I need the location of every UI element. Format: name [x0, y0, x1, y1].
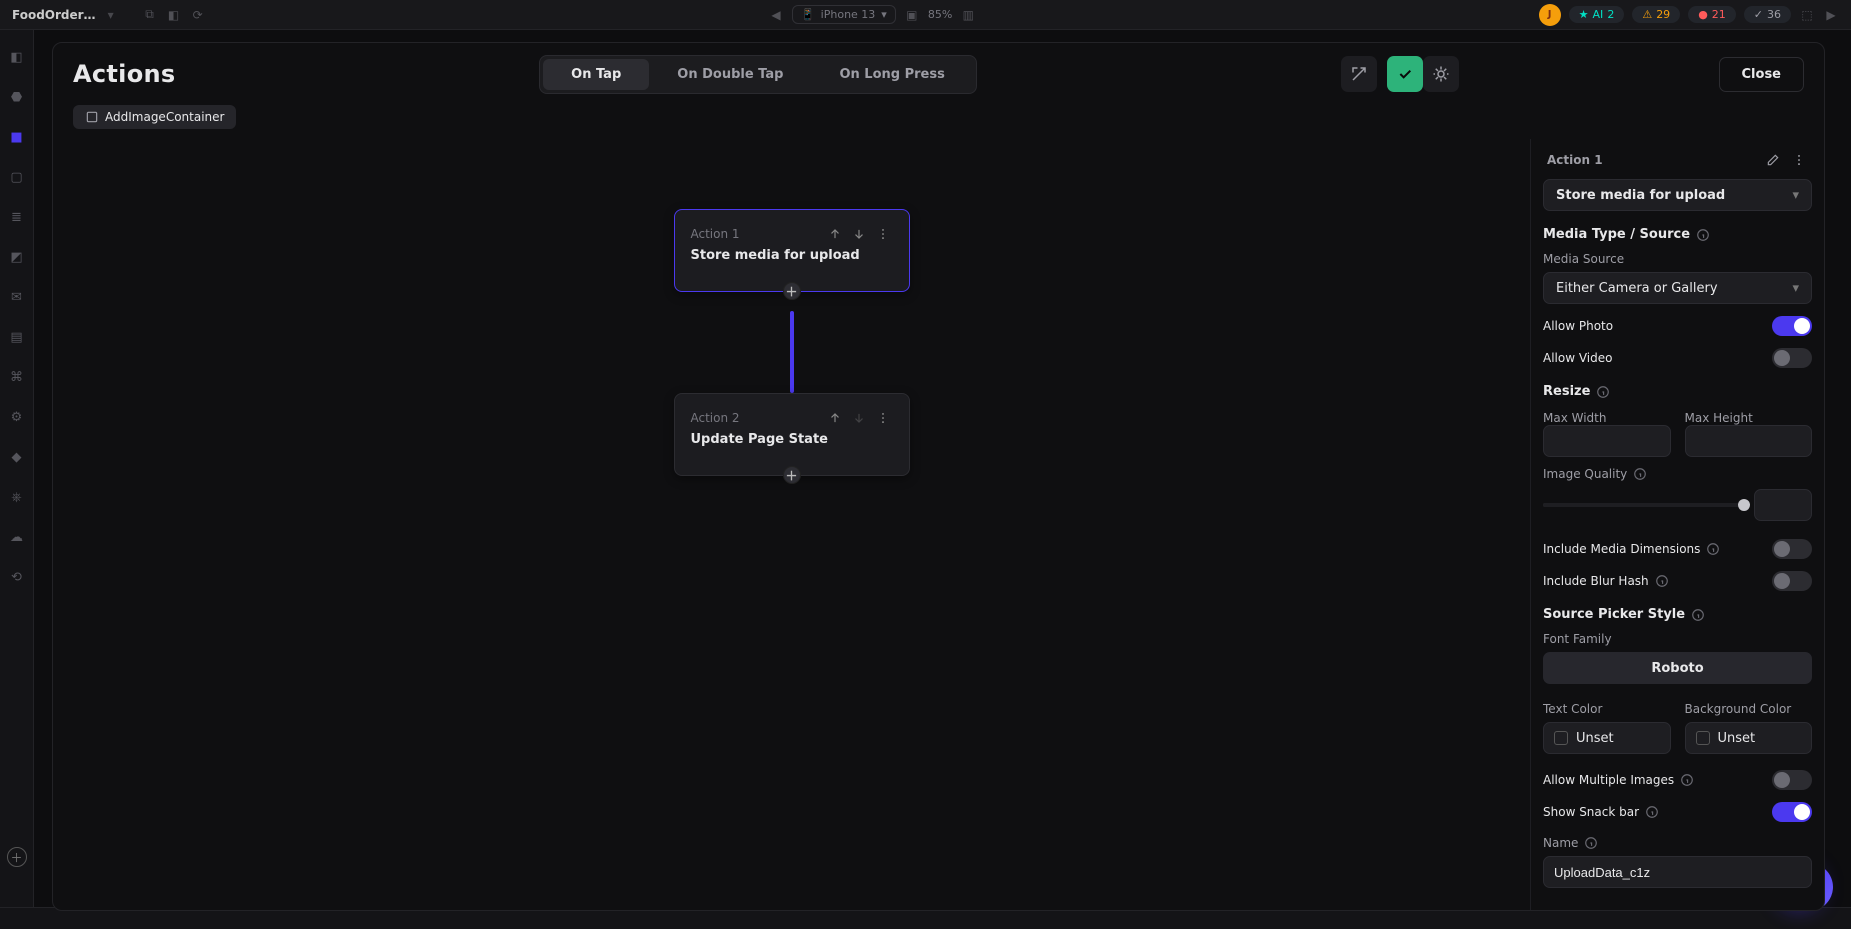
confirm-button[interactable]: [1387, 56, 1423, 92]
rail-icon[interactable]: ◆: [8, 448, 26, 466]
rail-icon[interactable]: ≣: [8, 208, 26, 226]
close-button[interactable]: Close: [1719, 57, 1804, 92]
app-bar: FoodOrder… ▾ ⧉ ◧ ⟳ ◀ 📱iPhone 13▾ ▣ 85% ▥…: [0, 0, 1851, 30]
magic-button[interactable]: [1341, 56, 1377, 92]
breadcrumb[interactable]: AddImageContainer: [73, 105, 236, 129]
tab-on-tap[interactable]: On Tap: [543, 59, 649, 90]
toolbar-icon[interactable]: ⧉: [142, 7, 158, 23]
toolbar-icon[interactable]: ▶: [1823, 7, 1839, 23]
tab-on-double-tap[interactable]: On Double Tap: [649, 59, 811, 90]
move-down-icon[interactable]: [849, 224, 869, 244]
toolbar-icon[interactable]: ◧: [166, 7, 182, 23]
preview-icon[interactable]: ▥: [960, 7, 976, 23]
color-swatch: [1696, 731, 1710, 745]
bug-icon: [1432, 65, 1450, 83]
action-type-select[interactable]: Store media for upload ▾: [1543, 179, 1812, 211]
wand-icon: [1350, 65, 1368, 83]
add-action-button[interactable]: ＋: [783, 466, 801, 484]
color-swatch: [1554, 731, 1568, 745]
show-snackbar-toggle[interactable]: [1772, 802, 1812, 822]
allow-photo-toggle[interactable]: [1772, 316, 1812, 336]
left-rail: ◧ ⬣ ■ ▢ ≣ ◩ ✉ ▤ ⌘ ⚙ ◆ ⎈ ☁ ⟲ ＋: [0, 30, 34, 929]
info-icon[interactable]: [1655, 574, 1669, 588]
avatar[interactable]: J: [1539, 4, 1561, 26]
errors-pill[interactable]: ● 21: [1688, 6, 1736, 23]
rail-icon[interactable]: ▤: [8, 328, 26, 346]
allow-video-toggle[interactable]: [1772, 348, 1812, 368]
move-up-icon[interactable]: [825, 224, 845, 244]
debug-button[interactable]: [1423, 56, 1459, 92]
container-icon: [85, 110, 99, 124]
rail-icon[interactable]: ◩: [8, 248, 26, 266]
include-dimensions-toggle[interactable]: [1772, 539, 1812, 559]
properties-panel: Action 1 Store media for upload ▾ Media …: [1530, 139, 1824, 910]
action-node-2[interactable]: Action 2 Update Page State ＋: [674, 393, 910, 476]
layout-icon[interactable]: ▣: [904, 7, 920, 23]
more-icon[interactable]: [1790, 151, 1808, 169]
info-icon[interactable]: [1706, 542, 1720, 556]
move-down-icon: [849, 408, 869, 428]
edit-icon[interactable]: [1764, 151, 1782, 169]
move-up-icon[interactable]: [825, 408, 845, 428]
rail-icon[interactable]: ▢: [8, 168, 26, 186]
chevron-down-icon[interactable]: ▾: [108, 8, 114, 22]
info-icon[interactable]: [1596, 385, 1610, 399]
rail-icon[interactable]: ⟲: [8, 568, 26, 586]
panel-title: Action 1: [1547, 153, 1603, 167]
toolbar-icon[interactable]: ⬚: [1799, 7, 1815, 23]
allow-multiple-toggle[interactable]: [1772, 770, 1812, 790]
name-input[interactable]: [1543, 856, 1812, 888]
rail-icon[interactable]: ■: [8, 128, 26, 146]
rail-icon[interactable]: ☁: [8, 528, 26, 546]
text-color-picker[interactable]: Unset: [1543, 722, 1671, 754]
flow-canvas[interactable]: Action 1 Store media for upload ＋: [53, 139, 1530, 910]
back-icon[interactable]: ◀: [768, 7, 784, 23]
image-quality-input[interactable]: [1754, 489, 1812, 521]
action-node-1[interactable]: Action 1 Store media for upload ＋: [674, 209, 910, 292]
rail-icon[interactable]: ⚙: [8, 408, 26, 426]
image-quality-slider[interactable]: [1543, 503, 1744, 507]
include-blur-toggle[interactable]: [1772, 571, 1812, 591]
info-icon[interactable]: [1645, 805, 1659, 819]
max-height-input[interactable]: [1685, 425, 1813, 457]
add-action-button[interactable]: ＋: [783, 282, 801, 300]
info-icon[interactable]: [1633, 467, 1647, 481]
device-selector[interactable]: 📱iPhone 13▾: [792, 5, 896, 24]
check-icon: [1397, 66, 1413, 82]
max-width-input[interactable]: [1543, 425, 1671, 457]
checks-pill[interactable]: ✓ 36: [1744, 6, 1791, 23]
zoom-level[interactable]: 85%: [928, 8, 952, 21]
rail-icon[interactable]: ⌘: [8, 368, 26, 386]
chevron-down-icon: ▾: [1792, 281, 1799, 296]
rail-icon[interactable]: ✉: [8, 288, 26, 306]
actions-dialog: Actions On Tap On Double Tap On Long Pre…: [52, 42, 1825, 911]
bg-color-picker[interactable]: Unset: [1685, 722, 1813, 754]
more-icon[interactable]: [873, 224, 893, 244]
info-icon[interactable]: [1696, 228, 1710, 242]
add-icon[interactable]: ＋: [7, 847, 27, 867]
chevron-down-icon: ▾: [1792, 188, 1799, 203]
dialog-title: Actions: [73, 60, 175, 88]
info-icon[interactable]: [1584, 836, 1598, 850]
warnings-pill[interactable]: ⚠ 29: [1632, 6, 1680, 23]
flow-link: [790, 311, 794, 393]
project-name[interactable]: FoodOrder…: [12, 8, 96, 22]
trigger-tabs: On Tap On Double Tap On Long Press: [539, 55, 977, 94]
rail-icon[interactable]: ⎈: [8, 488, 26, 506]
ai-pill[interactable]: ★ AI 2: [1569, 6, 1625, 23]
font-family-select[interactable]: Roboto: [1543, 652, 1812, 684]
rail-icon[interactable]: ◧: [8, 48, 26, 66]
toolbar-icon[interactable]: ⟳: [190, 7, 206, 23]
info-icon[interactable]: [1691, 608, 1705, 622]
tab-on-long-press[interactable]: On Long Press: [811, 59, 972, 90]
rail-icon[interactable]: ⬣: [8, 88, 26, 106]
more-icon[interactable]: [873, 408, 893, 428]
dialog-header: Actions On Tap On Double Tap On Long Pre…: [53, 43, 1824, 105]
info-icon[interactable]: [1680, 773, 1694, 787]
media-source-select[interactable]: Either Camera or Gallery ▾: [1543, 272, 1812, 304]
